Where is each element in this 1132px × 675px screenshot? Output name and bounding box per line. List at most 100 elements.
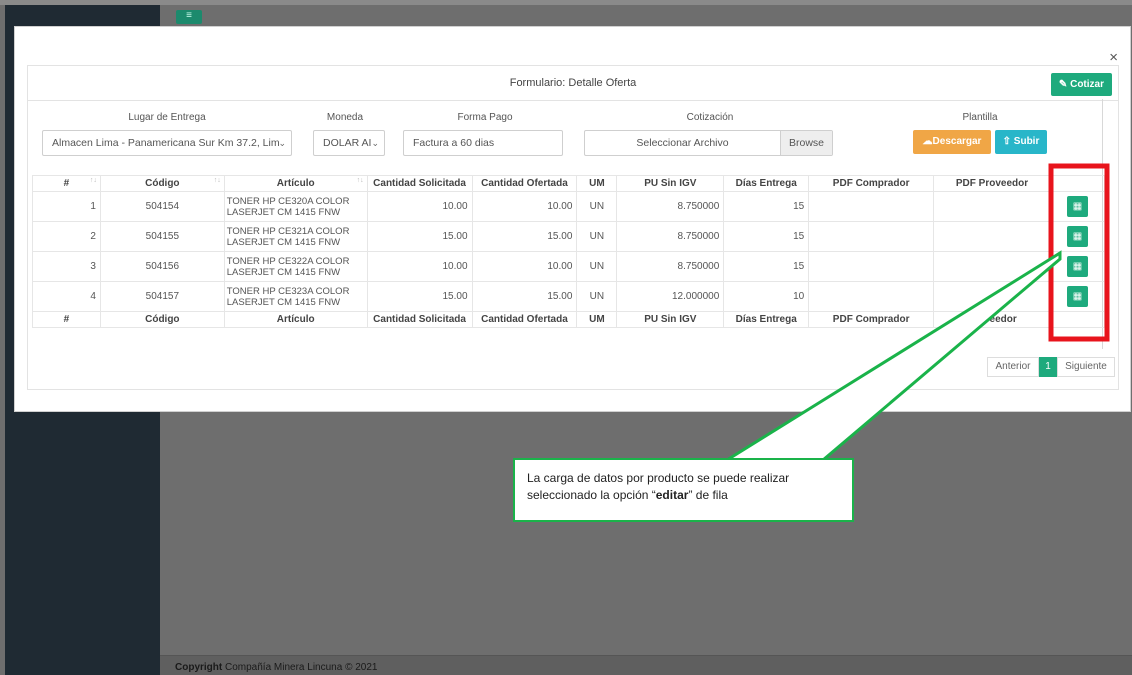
cell-dias-entrega: 15 bbox=[723, 251, 810, 282]
menu-toggle-icon[interactable]: ≡ bbox=[176, 10, 202, 24]
cell-cantidad-solicitada: 15.00 bbox=[366, 221, 473, 252]
edit-row-button[interactable]: ▦ bbox=[1066, 286, 1088, 307]
cell-um: UN bbox=[576, 281, 618, 312]
chevron-down-icon: ⌄ bbox=[278, 138, 286, 148]
col-header-pu-sin-igv[interactable]: PU Sin IGV bbox=[616, 175, 725, 192]
cell-cantidad-ofertada: 10.00 bbox=[471, 251, 578, 282]
col-header-cantidad-ofertada[interactable]: Cantidad Ofertada bbox=[471, 175, 578, 192]
cell-articulo: TONER HP CE320A COLOR LASERJET CM 1415 F… bbox=[223, 191, 368, 222]
col-header-num[interactable]: # ↑↓ bbox=[32, 175, 101, 192]
subir-label: Subir bbox=[1013, 136, 1040, 147]
col-header-dias-entrega[interactable]: Días Entrega bbox=[723, 175, 810, 192]
moneda-label: Moneda bbox=[326, 112, 364, 123]
table-header-row: # ↑↓ Código ↑↓ Artículo ↑↓ Cantidad Solicit… bbox=[32, 175, 1106, 192]
upload-icon: ⇧ bbox=[1002, 136, 1012, 147]
subir-button[interactable]: ⇧ Subir bbox=[995, 130, 1047, 154]
copyright-label: Copyright bbox=[175, 662, 223, 673]
col-header-pdf-comprador[interactable]: PDF Comprador bbox=[808, 175, 935, 192]
cell-codigo: 504156 bbox=[99, 251, 225, 282]
callout-editar: editar bbox=[655, 488, 689, 502]
forma-pago-label: Forma Pago bbox=[457, 112, 513, 123]
lugar-entrega-select[interactable]: Almacen Lima - Panamericana Sur Km 37.2,… bbox=[42, 130, 292, 156]
edit-row-button[interactable]: ▦ bbox=[1066, 226, 1088, 247]
annotation-callout: La carga de datos por producto se puede … bbox=[513, 458, 854, 522]
cell-cantidad-ofertada: 15.00 bbox=[471, 281, 578, 312]
foot-header-num: # bbox=[32, 311, 101, 328]
cell-pdf-proveedor bbox=[933, 281, 1051, 312]
edit-row-button[interactable]: ▦ bbox=[1066, 256, 1088, 277]
cotizar-button[interactable]: ✎ Cotizar bbox=[1050, 73, 1112, 96]
col-header-codigo[interactable]: Código ↑↓ bbox=[99, 175, 225, 192]
moneda-select[interactable]: DOLAR AI ⌄ bbox=[313, 130, 385, 156]
cell-pdf-proveedor bbox=[933, 251, 1051, 282]
app-footer: Copyright Compañía Minera Lincuna © 2021 bbox=[160, 655, 1132, 675]
table-row: 4 504157 TONER HP CE323A COLOR LASERJET … bbox=[32, 281, 1106, 312]
cotizacion-file-input[interactable]: Seleccionar Archivo Browse bbox=[584, 130, 833, 156]
plantilla-label: Plantilla bbox=[962, 112, 998, 123]
foot-header-actions bbox=[1049, 311, 1106, 328]
cell-num: 3 bbox=[32, 251, 101, 282]
pager-prev-button[interactable]: Anterior bbox=[987, 357, 1039, 377]
cell-pdf-proveedor bbox=[933, 191, 1051, 222]
callout-line2: seleccionado la opción “editar” de fila bbox=[527, 488, 728, 502]
detalle-table: # ↑↓ Código ↑↓ Artículo ↑↓ Cantidad Solicit… bbox=[32, 175, 1106, 328]
col-header-pdf-proveedor[interactable]: PDF Proveedor bbox=[933, 175, 1051, 192]
app-top-strip bbox=[0, 0, 1132, 5]
cell-num: 2 bbox=[32, 221, 101, 252]
cell-dias-entrega: 10 bbox=[723, 281, 810, 312]
cell-actions: ▦ bbox=[1049, 191, 1106, 222]
cell-pdf-proveedor bbox=[933, 221, 1051, 252]
foot-header-pu-sin-igv: PU Sin IGV bbox=[616, 311, 725, 328]
sort-icon: ↑↓ bbox=[89, 177, 97, 184]
cell-um: UN bbox=[576, 221, 618, 252]
pager-page-button[interactable]: 1 bbox=[1039, 357, 1057, 377]
cell-dias-entrega: 15 bbox=[723, 221, 810, 252]
col-header-actions bbox=[1049, 175, 1106, 192]
close-icon[interactable]: × bbox=[1109, 49, 1118, 66]
cell-num: 4 bbox=[32, 281, 101, 312]
cell-pdf-comprador bbox=[808, 281, 935, 312]
pager-next-button[interactable]: Siguiente bbox=[1057, 357, 1115, 377]
file-placeholder: Seleccionar Archivo bbox=[636, 137, 729, 149]
col-header-um[interactable]: UM bbox=[576, 175, 618, 192]
col-header-articulo[interactable]: Artículo ↑↓ bbox=[223, 175, 368, 192]
edit-icon: ✎ bbox=[1058, 79, 1068, 90]
foot-header-articulo: Artículo bbox=[223, 311, 368, 328]
calculator-icon: ▦ bbox=[1072, 231, 1083, 242]
forma-pago-value: Factura a 60 dias bbox=[413, 137, 495, 149]
cell-pu-sin-igv: 12.000000 bbox=[616, 281, 725, 312]
chevron-down-icon: ⌄ bbox=[371, 138, 379, 148]
col-header-cantidad-solicitada[interactable]: Cantidad Solicitada bbox=[366, 175, 473, 192]
calculator-icon: ▦ bbox=[1072, 291, 1083, 302]
table-row: 3 504156 TONER HP CE322A COLOR LASERJET … bbox=[32, 251, 1106, 282]
cell-pu-sin-igv: 8.750000 bbox=[616, 221, 725, 252]
descargar-button[interactable]: ☁Descargar bbox=[913, 130, 991, 154]
lugar-entrega-label: Lugar de Entrega bbox=[128, 112, 206, 123]
cell-cantidad-ofertada: 15.00 bbox=[471, 221, 578, 252]
cell-cantidad-solicitada: 15.00 bbox=[366, 281, 473, 312]
foot-header-um: UM bbox=[576, 311, 618, 328]
calculator-icon: ▦ bbox=[1072, 261, 1083, 272]
descargar-label: Descargar bbox=[932, 136, 982, 147]
table-footer-row: # Código Artículo Cantidad Solicitada Ca… bbox=[32, 311, 1106, 328]
cell-pdf-comprador bbox=[808, 221, 935, 252]
forma-pago-input[interactable]: Factura a 60 dias bbox=[403, 130, 563, 156]
cell-codigo: 504155 bbox=[99, 221, 225, 252]
cell-num: 1 bbox=[32, 191, 101, 222]
foot-header-cantidad-ofertada: Cantidad Ofertada bbox=[471, 311, 578, 328]
cell-actions: ▦ bbox=[1049, 281, 1106, 312]
cell-articulo: TONER HP CE322A COLOR LASERJET CM 1415 F… bbox=[223, 251, 368, 282]
browse-button[interactable]: Browse bbox=[780, 131, 832, 155]
cell-dias-entrega: 15 bbox=[723, 191, 810, 222]
cell-pu-sin-igv: 8.750000 bbox=[616, 191, 725, 222]
cell-cantidad-solicitada: 10.00 bbox=[366, 251, 473, 282]
foot-header-pdf-comprador: PDF Comprador bbox=[808, 311, 935, 328]
cell-codigo: 504157 bbox=[99, 281, 225, 312]
edit-row-button[interactable]: ▦ bbox=[1066, 196, 1088, 217]
cloud-download-icon: ☁ bbox=[922, 136, 933, 147]
lugar-entrega-value: Almacen Lima - Panamericana Sur Km 37.2,… bbox=[52, 137, 280, 149]
cell-cantidad-solicitada: 10.00 bbox=[366, 191, 473, 222]
copyright-company: Compañía Minera Lincuna © 2021 bbox=[225, 662, 378, 673]
cell-um: UN bbox=[576, 251, 618, 282]
cell-pdf-comprador bbox=[808, 191, 935, 222]
